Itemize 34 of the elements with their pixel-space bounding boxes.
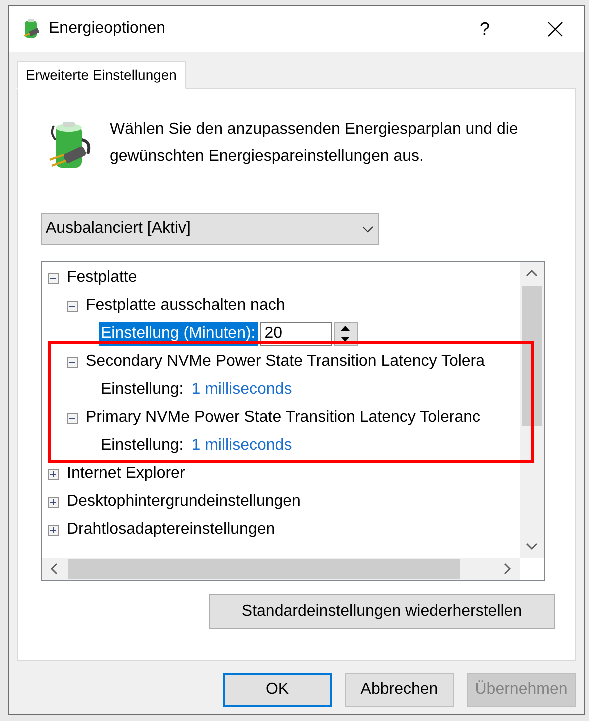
expand-icon[interactable]: [48, 468, 59, 480]
tree-item-label[interactable]: Internet Explorer: [67, 462, 186, 486]
plan-dropdown[interactable]: Ausbalanciert [Aktiv]: [41, 213, 379, 245]
tree-item-label[interactable]: Drahtlosadaptereinstellungen: [67, 518, 276, 542]
tab[interactable]: Erweiterte Einstellungen: [17, 61, 186, 89]
tree-item-label[interactable]: Festplatte ausschalten nach: [86, 294, 286, 318]
restore-defaults-button[interactable]: Standardeinstellungen wiederherstellen: [209, 594, 555, 629]
tree-item-label[interactable]: Primary NVMe Power State Transition Latency Toleranc: [86, 406, 481, 430]
dialog-button[interactable]: OK: [223, 673, 332, 707]
collapse-icon[interactable]: [67, 300, 78, 312]
scroll-thumb[interactable]: [68, 559, 460, 579]
dialog-button[interactable]: Abbrechen: [345, 673, 454, 707]
close-icon: [548, 22, 562, 36]
tree-item-label[interactable]: Festplatte: [67, 266, 138, 290]
tree-item-label[interactable]: Desktophintergrundeinstellungen: [67, 490, 301, 514]
window-title: Energieoptionen: [49, 19, 166, 39]
collapse-icon[interactable]: [67, 356, 78, 368]
setting-label: Einstellung:: [101, 380, 184, 400]
up-arrow-icon: [341, 326, 350, 331]
setting-value-link[interactable]: 1 milliseconds: [192, 434, 292, 458]
scroll-thumb[interactable]: [522, 286, 542, 426]
down-arrow-icon: [341, 337, 350, 342]
collapse-icon[interactable]: [67, 412, 78, 424]
vertical-scrollbar[interactable]: [520, 262, 544, 558]
setting-label: Einstellung:: [101, 436, 184, 456]
intro-text: Wählen Sie den anzupassenden Energiesparplan und die gewünschten Energiespareinstellungen aus.: [110, 120, 520, 167]
collapse-icon[interactable]: [48, 272, 59, 284]
tree-item-label[interactable]: Secondary NVMe Power State Transition Latency Tolera: [86, 350, 486, 374]
horizontal-scrollbar[interactable]: [42, 558, 520, 580]
expand-icon[interactable]: [48, 496, 59, 508]
expand-icon[interactable]: [48, 524, 59, 536]
help-button[interactable]: ?: [462, 6, 508, 52]
chevron-down-icon: [362, 226, 374, 232]
setting-value-link[interactable]: 1 milliseconds: [192, 378, 292, 402]
